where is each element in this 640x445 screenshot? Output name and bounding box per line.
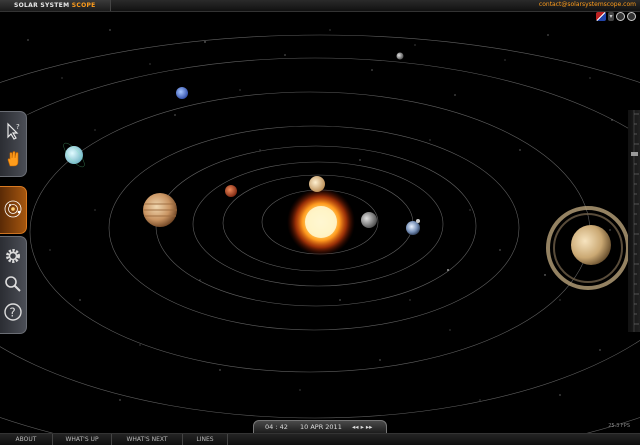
date-display[interactable]: 10 APR 2011: [300, 421, 342, 433]
planet-uranus[interactable]: [61, 140, 88, 169]
bottom-nav-bar: ABOUT WHAT'S UP WHAT'S NEXT LINES: [0, 433, 640, 445]
svg-text:?: ?: [9, 306, 15, 320]
clock-display: 04 : 42: [265, 423, 288, 431]
fps-counter: 25.3 FPS: [608, 423, 630, 429]
planet-venus[interactable]: [309, 176, 325, 192]
dwarf-planet-pluto[interactable]: [396, 52, 404, 60]
tool-panel-top: ?: [0, 111, 27, 177]
planet-mercury[interactable]: [361, 212, 377, 228]
pan-tool-button[interactable]: [3, 149, 23, 169]
tool-panel-view: [0, 186, 27, 234]
nav-whats-up[interactable]: WHAT'S UP: [53, 434, 112, 445]
gear-icon: [6, 249, 20, 263]
cursor-question-icon: ?: [7, 122, 20, 140]
sun-core: [305, 206, 337, 238]
magnifier-icon: [5, 276, 21, 292]
solar-system-view-icon: [4, 200, 22, 218]
planet-jupiter[interactable]: [143, 193, 177, 227]
nav-whats-next[interactable]: WHAT'S NEXT: [112, 434, 183, 445]
planet-earth[interactable]: [406, 219, 420, 235]
settings-button[interactable]: [3, 246, 23, 266]
zoom-scale[interactable]: [628, 110, 640, 332]
tool-panel-bottom: ?: [0, 236, 27, 334]
svg-text:?: ?: [16, 123, 20, 131]
playback-controls[interactable]: ◂◂ ▸ ▸▸: [352, 421, 372, 433]
app-logo: SOLAR SYSTEM SCOPE: [0, 0, 111, 11]
planet-neptune[interactable]: [176, 87, 188, 99]
nav-lines[interactable]: LINES: [183, 434, 228, 445]
search-button[interactable]: [3, 274, 23, 294]
nav-about[interactable]: ABOUT: [0, 434, 53, 445]
brand-scope: SCOPE: [71, 2, 96, 9]
time-control[interactable]: 04 : 42 10 APR 2011 ◂◂ ▸ ▸▸: [253, 420, 387, 434]
planet-saturn[interactable]: [546, 206, 630, 290]
view-mode-button[interactable]: [3, 199, 23, 219]
brand-name: SOLAR SYSTEM: [14, 2, 70, 9]
hand-icon: [7, 151, 19, 167]
solar-system-view[interactable]: [0, 11, 640, 433]
help-button[interactable]: ?: [3, 302, 23, 322]
zoom-scale-handle[interactable]: [631, 152, 638, 156]
help-icon: ?: [4, 303, 22, 321]
contact-link[interactable]: contact@solarsystemscope.com: [539, 0, 636, 10]
planet-mars[interactable]: [225, 185, 237, 197]
select-tool-button[interactable]: ?: [3, 121, 23, 141]
